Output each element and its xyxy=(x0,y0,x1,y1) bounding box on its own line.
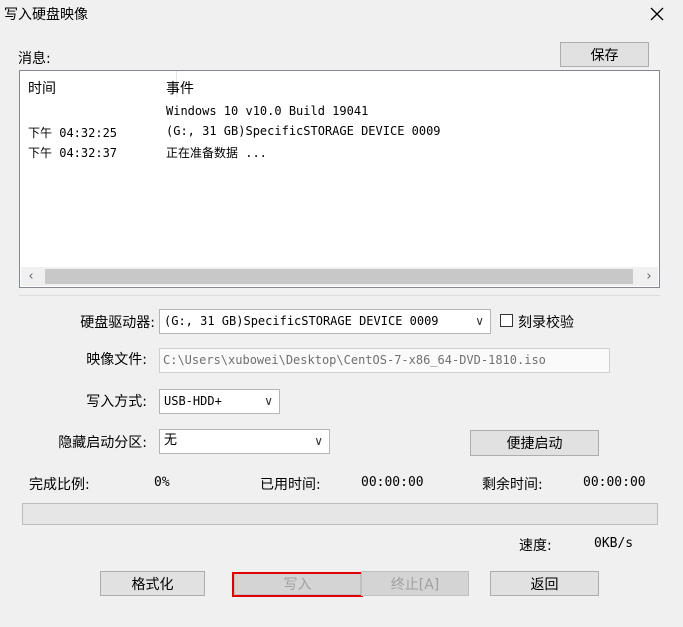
close-button[interactable] xyxy=(646,3,668,25)
chevron-down-icon: ∨ xyxy=(314,434,323,448)
horizontal-scrollbar[interactable]: ‹ › xyxy=(21,267,658,286)
window-title: 写入硬盘映像 xyxy=(4,7,88,23)
quick-boot-button[interactable]: 便捷启动 xyxy=(470,430,599,456)
close-icon xyxy=(650,7,664,21)
done-label: 完成比例: xyxy=(29,477,90,493)
back-button[interactable]: 返回 xyxy=(490,571,599,596)
drive-label: 硬盘驱动器: xyxy=(80,315,155,331)
scroll-left-icon[interactable]: ‹ xyxy=(23,269,39,284)
message-list[interactable]: 时间 事件 Windows 10 v10.0 Build 19041 下午 04… xyxy=(19,70,660,288)
write-button[interactable]: 写入 xyxy=(234,573,361,595)
scroll-right-icon[interactable]: › xyxy=(641,269,657,284)
scrollbar-thumb[interactable] xyxy=(45,269,633,284)
write-mode-value: USB-HDD+ xyxy=(164,394,222,408)
elapsed-label: 已用时间: xyxy=(260,477,321,493)
format-button[interactable]: 格式化 xyxy=(100,571,205,596)
image-file-field[interactable]: C:\Users\xubowei\Desktop\CentOS-7-x86_64… xyxy=(159,348,610,373)
column-header-event[interactable]: 事件 xyxy=(166,78,194,98)
chevron-down-icon: ∨ xyxy=(264,394,273,408)
remaining-label: 剩余时间: xyxy=(482,477,543,493)
mode-label: 写入方式: xyxy=(86,394,147,410)
drive-select[interactable]: (G:, 31 GB)SpecificSTORAGE DEVICE 0009 ∨ xyxy=(159,309,491,334)
done-value: 0% xyxy=(154,475,170,490)
verify-checkbox[interactable] xyxy=(500,314,513,327)
write-mode-select[interactable]: USB-HDD+ ∨ xyxy=(159,389,280,414)
message-event: 正在准备数据 ... xyxy=(166,146,267,160)
divider xyxy=(19,295,660,296)
message-event: (G:, 31 GB)SpecificSTORAGE DEVICE 0009 xyxy=(166,124,441,138)
progress-bar xyxy=(22,503,658,525)
save-button[interactable]: 保存 xyxy=(560,42,649,67)
hidden-partition-label: 隐藏启动分区: xyxy=(58,435,147,451)
drive-value: (G:, 31 GB)SpecificSTORAGE DEVICE 0009 xyxy=(164,314,439,328)
messages-label: 消息: xyxy=(18,51,51,67)
stop-button[interactable]: 终止[A] xyxy=(361,571,469,596)
verify-label: 刻录校验 xyxy=(518,315,574,331)
column-header-time[interactable]: 时间 xyxy=(28,78,56,98)
elapsed-value: 00:00:00 xyxy=(361,475,424,490)
image-label: 映像文件: xyxy=(86,352,147,368)
speed-value: 0KB/s xyxy=(594,536,634,551)
message-time: 下午 04:32:37 xyxy=(28,146,118,160)
message-time: 下午 04:32:25 xyxy=(28,126,118,140)
hidden-partition-select[interactable]: 无 ∨ xyxy=(159,429,330,454)
speed-label: 速度: xyxy=(519,538,552,554)
chevron-down-icon: ∨ xyxy=(475,314,484,328)
remaining-value: 00:00:00 xyxy=(583,475,646,490)
hidden-partition-value: 无 xyxy=(164,433,178,448)
message-event: Windows 10 v10.0 Build 19041 xyxy=(166,104,369,118)
